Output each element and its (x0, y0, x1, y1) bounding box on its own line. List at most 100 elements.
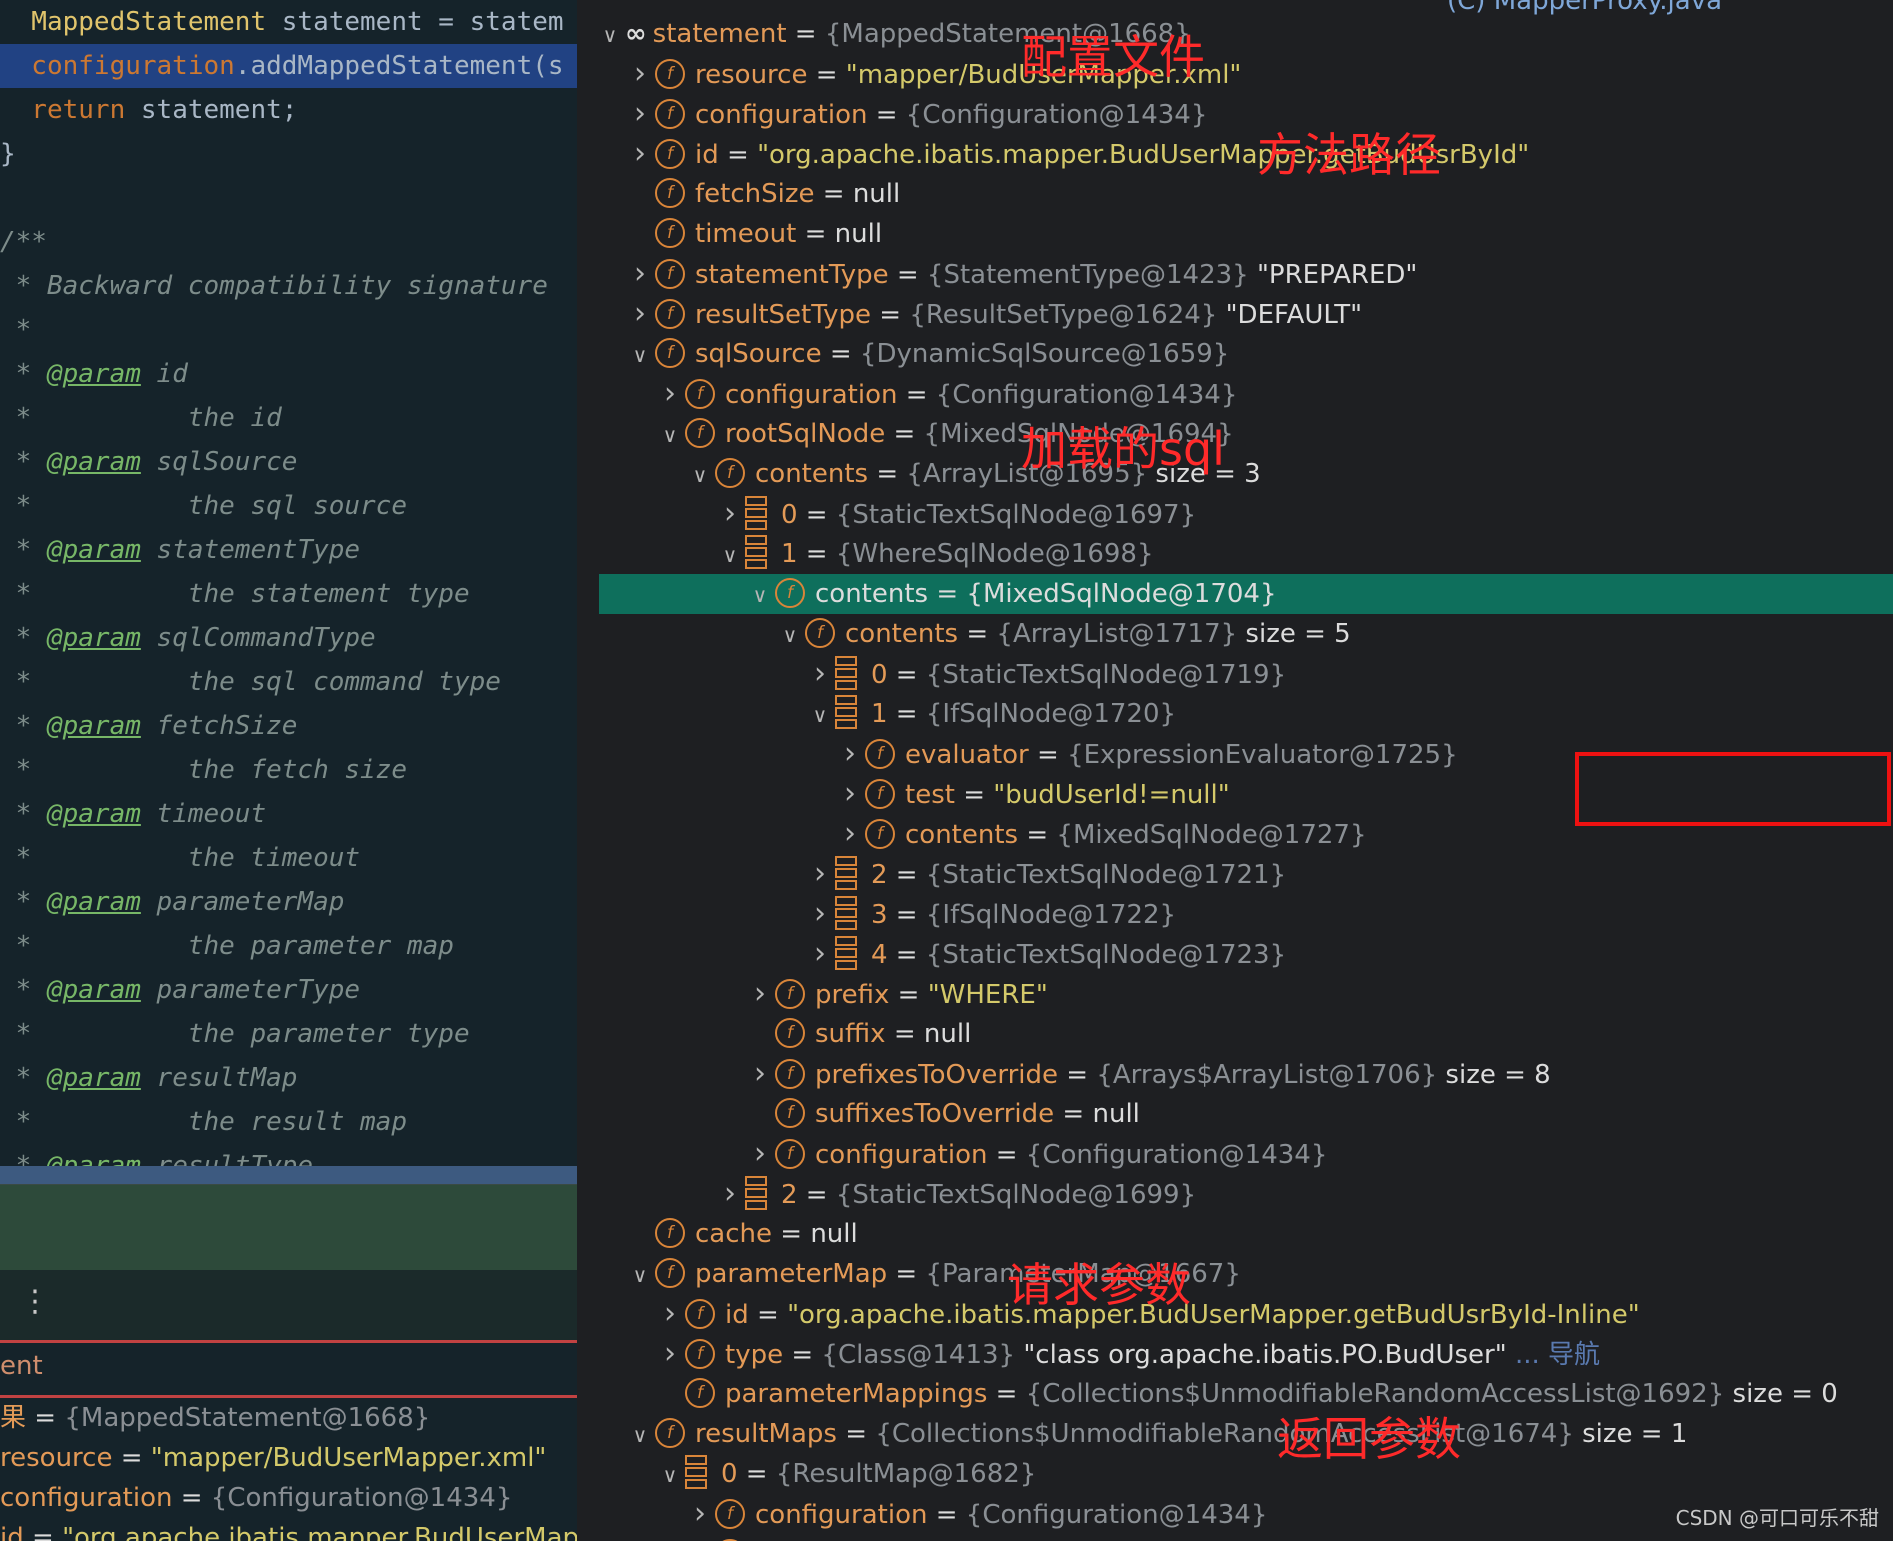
expand-chevron-icon[interactable]: › (625, 134, 655, 174)
code-line[interactable]: * @param id (0, 352, 577, 396)
tree-node[interactable]: › 2 = {StaticTextSqlNode@1721} (805, 854, 1286, 894)
tree-node[interactable]: › f configuration = {Configuration@1434} (655, 374, 1237, 414)
expand-chevron-icon[interactable]: › (655, 1334, 685, 1374)
expand-chevron-icon[interactable]: › (715, 1174, 745, 1214)
tree-node[interactable]: ∨ 0 = {ResultMap@1682} (655, 1454, 1036, 1494)
code-line[interactable]: MappedStatement statement = statem (0, 0, 577, 44)
code-line[interactable]: return statement; (0, 88, 577, 132)
tree-node[interactable]: ∨ f contents = {MixedSqlNode@1704} (599, 574, 1893, 614)
code-editor[interactable]: MappedStatement statement = statem confi… (0, 0, 577, 1541)
code-line[interactable]: * the id (0, 396, 577, 440)
collapse-chevron-icon[interactable]: ∨ (715, 535, 745, 575)
collapse-chevron-icon[interactable]: ∨ (805, 695, 835, 735)
collapse-chevron-icon[interactable]: ∨ (775, 615, 805, 655)
tree-node[interactable]: › f resultSetType = {ResultSetType@1624} "… (625, 294, 1362, 334)
expand-chevron-icon[interactable]: › (805, 934, 835, 974)
code-line[interactable]: * @param parameterMap (0, 880, 577, 924)
tree-node[interactable]: f suffixesToOverride = null (745, 1094, 1140, 1134)
expand-chevron-icon[interactable]: › (715, 494, 745, 534)
collapse-chevron-icon[interactable]: ∨ (625, 1415, 655, 1455)
expand-chevron-icon[interactable]: › (625, 294, 655, 334)
code-line[interactable]: } (0, 132, 577, 176)
code-line[interactable]: * @param resultMap (0, 1056, 577, 1100)
variable-row[interactable]: id = "org.apache.ibatis.mapper.BudUserMa… (0, 1518, 577, 1541)
tree-node[interactable]: f suffix = null (745, 1014, 971, 1054)
code-line[interactable]: * @param parameterType (0, 968, 577, 1012)
tree-node[interactable]: f fetchSize = null (625, 174, 900, 214)
tree-node[interactable]: › 2 = {StaticTextSqlNode@1699} (715, 1174, 1196, 1214)
tree-node[interactable]: › 0 = {StaticTextSqlNode@1697} (715, 494, 1196, 534)
code-line[interactable]: configuration.addMappedStatement(s (0, 44, 577, 88)
code-line[interactable]: * @param fetchSize (0, 704, 577, 748)
tree-node[interactable]: ∨ f contents = {ArrayList@1717} size = 5 (775, 614, 1351, 654)
code-line[interactable]: * @param sqlCommandType (0, 616, 577, 660)
tree-node[interactable]: ›f (685, 1534, 755, 1541)
variable-row[interactable]: configuration = {Configuration@1434} (0, 1478, 512, 1518)
tree-node[interactable]: › f test = "budUserId!=null" (835, 774, 1230, 814)
expand-chevron-icon[interactable]: › (835, 814, 865, 854)
expand-chevron-icon[interactable]: › (625, 54, 655, 94)
expand-chevron-icon[interactable]: › (685, 1494, 715, 1534)
tree-node[interactable]: ∨ 1 = {WhereSqlNode@1698} (715, 534, 1154, 574)
tree-node[interactable]: › f configuration = {Configuration@1434} (625, 94, 1207, 134)
code-line[interactable]: * the fetch size (0, 748, 577, 792)
tree-node[interactable]: › f statementType = {StatementType@1423} "… (625, 254, 1417, 294)
code-line[interactable] (0, 176, 577, 220)
tree-node[interactable]: › f prefixesToOverride = {Arrays$ArrayList… (745, 1054, 1551, 1094)
tree-node[interactable]: › 3 = {IfSqlNode@1722} (805, 894, 1176, 934)
node-name: contents (755, 459, 869, 489)
editor-horizontal-scrollbar[interactable] (0, 1166, 577, 1184)
code-line[interactable]: * Backward compatibility signature (0, 264, 577, 308)
collapse-chevron-icon[interactable]: ∨ (745, 575, 775, 615)
tree-node[interactable]: › f prefix = "WHERE" (745, 974, 1048, 1014)
expand-chevron-icon[interactable]: › (745, 1134, 775, 1174)
collapse-chevron-icon[interactable]: ∨ (655, 415, 685, 455)
code-line[interactable]: * the parameter map (0, 924, 577, 968)
tree-node[interactable]: f timeout = null (625, 214, 882, 254)
variable-row[interactable]: resource = "mapper/BudUserMapper.xml" (0, 1438, 546, 1478)
expand-chevron-icon[interactable]: › (745, 1054, 775, 1094)
tree-node[interactable]: ∨ 1 = {IfSqlNode@1720} (805, 694, 1176, 734)
expand-chevron-icon[interactable]: › (655, 374, 685, 414)
expand-chevron-icon[interactable]: › (835, 734, 865, 774)
collapse-chevron-icon[interactable]: ∨ (655, 1455, 685, 1495)
expand-chevron-icon[interactable]: › (685, 1534, 715, 1541)
code-line[interactable]: * @param timeout (0, 792, 577, 836)
tree-node[interactable]: › f contents = {MixedSqlNode@1727} (835, 814, 1367, 854)
code-line[interactable]: * the parameter type (0, 1012, 577, 1056)
tree-node[interactable]: › f type = {Class@1413} "class org.apache.… (655, 1334, 1600, 1374)
expand-chevron-icon[interactable]: › (655, 1294, 685, 1334)
expand-chevron-icon[interactable]: › (625, 94, 655, 134)
expand-chevron-icon[interactable]: › (745, 974, 775, 1014)
code-line[interactable]: * (0, 308, 577, 352)
code-line[interactable]: * the sql command type (0, 660, 577, 704)
tree-node[interactable]: ∨ f sqlSource = {DynamicSqlSource@1659} (625, 334, 1229, 374)
expand-chevron-icon[interactable]: › (625, 254, 655, 294)
tree-node[interactable]: › 4 = {StaticTextSqlNode@1723} (805, 934, 1286, 974)
more-options-icon[interactable]: ⋮ (20, 1284, 50, 1319)
tree-node[interactable]: › f evaluator = {ExpressionEvaluator@1725} (835, 734, 1458, 774)
variable-row[interactable]: 果 = {MappedStatement@1668} (0, 1398, 430, 1438)
expand-chevron-icon[interactable]: › (805, 854, 835, 894)
tree-node[interactable]: f cache = null (625, 1214, 858, 1254)
tree-node[interactable]: › 0 = {StaticTextSqlNode@1719} (805, 654, 1286, 694)
code-line[interactable]: * @param sqlSource (0, 440, 577, 484)
code-line[interactable]: * @param statementType (0, 528, 577, 572)
tree-node[interactable]: ∨ f resultMaps = {Collections$Unmodifiable… (625, 1414, 1687, 1454)
tree-node[interactable]: f parameterMappings = {Collections$Unmodi… (655, 1374, 1838, 1414)
collapse-chevron-icon[interactable]: ∨ (625, 335, 655, 375)
code-line[interactable]: * the timeout (0, 836, 577, 880)
code-line[interactable]: * the result map (0, 1100, 577, 1144)
expand-chevron-icon[interactable]: › (805, 894, 835, 934)
collapse-chevron-icon[interactable]: ∨ (595, 15, 625, 55)
tree-node[interactable]: › f configuration = {Configuration@1434} (685, 1494, 1267, 1534)
collapse-chevron-icon[interactable]: ∨ (685, 455, 715, 495)
code-line[interactable]: /** (0, 220, 577, 264)
tree-node[interactable]: › f configuration = {Configuration@1434} (745, 1134, 1327, 1174)
expand-chevron-icon[interactable]: › (835, 774, 865, 814)
editor-tab-mapperproxy[interactable]: (C) MapperProxy.java (1447, 0, 1722, 16)
expand-chevron-icon[interactable]: › (805, 654, 835, 694)
code-line[interactable]: * the statement type (0, 572, 577, 616)
code-line[interactable]: * the sql source (0, 484, 577, 528)
collapse-chevron-icon[interactable]: ∨ (625, 1255, 655, 1295)
